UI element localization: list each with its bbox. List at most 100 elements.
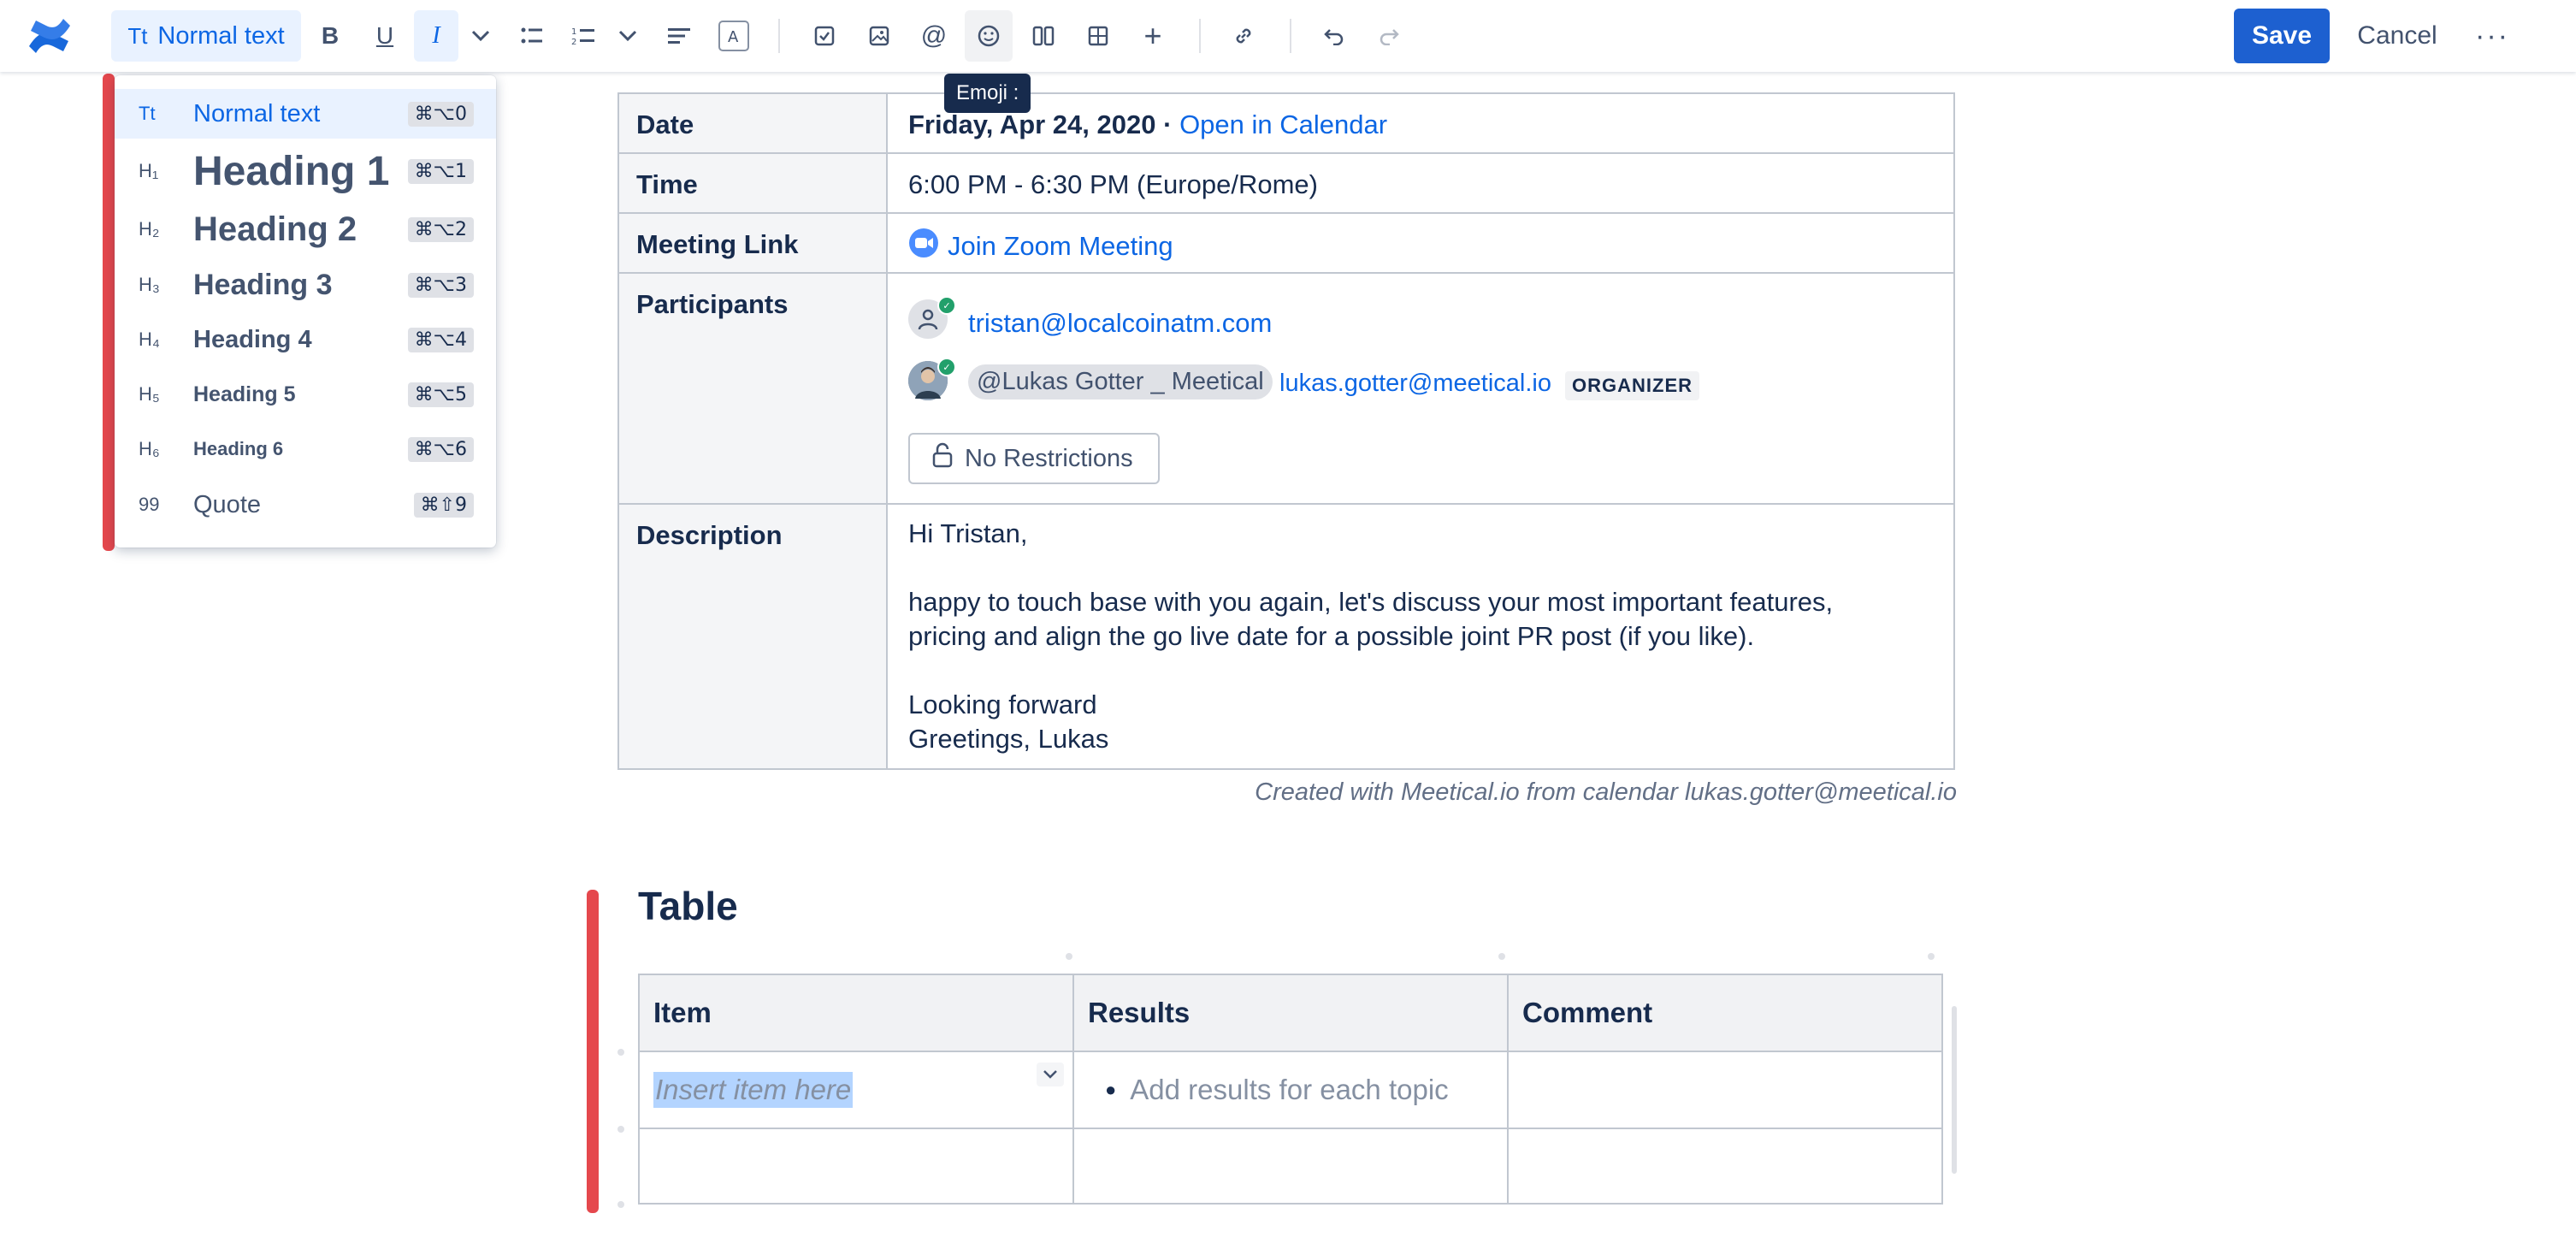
time-value-cell[interactable]: 6:00 PM - 6:30 PM (Europe/Rome) — [886, 152, 1955, 214]
results-placeholder[interactable]: Add results for each topic — [1130, 1074, 1448, 1106]
numbered-list-icon[interactable]: 12 — [559, 10, 607, 62]
align-icon[interactable] — [655, 10, 703, 62]
zoom-icon — [908, 228, 939, 265]
toolbar-divider — [1199, 19, 1201, 53]
row-insert-dot[interactable] — [617, 1049, 624, 1056]
bullet-list-icon[interactable] — [508, 10, 556, 62]
menu-item-label: Heading 6 — [193, 438, 284, 459]
text-style-dropdown[interactable]: Tt Normal text — [111, 10, 301, 62]
unlock-icon — [932, 442, 953, 475]
time-value: 6:00 PM - 6:30 PM (Europe/Rome) — [908, 169, 1318, 199]
table-cell[interactable] — [1507, 1128, 1943, 1205]
heading-5-icon: H₅ — [139, 383, 160, 405]
date-header-cell: Date — [617, 92, 888, 154]
insert-icon[interactable]: + — [1129, 10, 1177, 62]
date-value-cell[interactable]: Friday, Apr 24, 2020 · Open in Calendar — [886, 92, 1955, 154]
svg-text:2: 2 — [571, 38, 576, 46]
text-style-icon: Tt — [127, 22, 148, 49]
confluence-logo-icon[interactable] — [26, 14, 74, 58]
menu-item-heading-2[interactable]: H₂ Heading 2 ⌘⌥2 — [115, 204, 496, 255]
heading-1-icon: H₁ — [139, 160, 159, 181]
cell-options-chevron-icon[interactable] — [1037, 1063, 1064, 1086]
row-insert-dot[interactable] — [617, 1201, 624, 1208]
description-cell[interactable]: Hi Tristan, happy to touch base with you… — [886, 503, 1955, 770]
svg-text:1: 1 — [571, 27, 576, 37]
table-cell[interactable]: ● Add results for each topic — [1072, 1051, 1509, 1129]
column-insert-dot[interactable] — [1928, 953, 1935, 960]
description-line: happy to touch base with you again, let'… — [908, 587, 1834, 617]
description-line: Hi Tristan, — [908, 518, 1028, 548]
menu-item-label: Heading 2 — [193, 210, 357, 248]
open-calendar-link[interactable]: Open in Calendar — [1179, 110, 1387, 139]
table-scrollbar[interactable] — [1952, 1006, 1957, 1174]
participant-email[interactable]: lukas.gotter@meetical.io — [1279, 370, 1551, 398]
link-icon[interactable] — [1220, 10, 1267, 62]
underline-icon[interactable]: U — [361, 10, 409, 62]
column-insert-dot[interactable] — [1498, 953, 1505, 960]
description-line: Looking forward — [908, 690, 1097, 719]
meeting-link-header-cell: Meeting Link — [617, 212, 888, 274]
table-cell[interactable] — [1507, 1051, 1943, 1129]
mention-icon[interactable]: @ — [910, 10, 958, 62]
column-insert-dot[interactable] — [1066, 953, 1072, 960]
list-dropdown-icon[interactable] — [604, 10, 652, 62]
table-cell[interactable] — [638, 1128, 1074, 1205]
row-insert-dot[interactable] — [617, 1126, 624, 1133]
column-header-comment[interactable]: Comment — [1507, 974, 1943, 1052]
text-color-icon[interactable]: A — [710, 10, 758, 62]
menu-item-heading-6[interactable]: H₆ Heading 6 ⌘⌥6 — [115, 423, 496, 476]
menu-item-label: Heading 4 — [193, 325, 312, 353]
join-zoom-link[interactable]: Join Zoom Meeting — [948, 231, 1173, 262]
participants-label: Participants — [636, 289, 789, 319]
column-header-results[interactable]: Results — [1072, 974, 1509, 1052]
shortcut-badge: ⌘⌥2 — [407, 216, 474, 242]
menu-item-quote[interactable]: 99 Quote ⌘⇧9 — [115, 477, 496, 532]
menu-item-heading-1[interactable]: H₁ Heading 1 ⌘⌥1 — [115, 142, 496, 200]
emoji-icon[interactable] — [965, 10, 1013, 62]
restrictions-button[interactable]: No Restrictions — [908, 433, 1160, 484]
action-item-icon[interactable] — [801, 10, 848, 62]
more-options-button[interactable]: ··· — [2468, 9, 2516, 63]
cancel-button[interactable]: Cancel — [2350, 9, 2444, 63]
time-label: Time — [636, 169, 698, 199]
redo-icon[interactable] — [1365, 10, 1413, 62]
undo-icon[interactable] — [1310, 10, 1358, 62]
normal-text-icon: Tt — [139, 103, 156, 124]
user-mention[interactable]: @Lukas Gotter _ Meetical — [968, 364, 1273, 400]
table-cell[interactable]: Insert item here — [638, 1051, 1074, 1129]
shortcut-badge: ⌘⌥0 — [407, 101, 474, 127]
description-line — [908, 551, 1933, 585]
section-heading[interactable]: Table — [638, 883, 738, 929]
description-line: Greetings, Lukas — [908, 724, 1109, 754]
menu-item-heading-5[interactable]: H₅ Heading 5 ⌘⌥5 — [115, 368, 496, 421]
layouts-icon[interactable] — [1019, 10, 1067, 62]
selection-marker — [103, 74, 115, 551]
accepted-check-icon: ✓ — [937, 358, 956, 376]
more-formatting-icon[interactable] — [457, 10, 505, 62]
menu-item-heading-3[interactable]: H₃ Heading 3 ⌘⌥3 — [115, 258, 496, 311]
menu-item-heading-4[interactable]: H₄ Heading 4 ⌘⌥4 — [115, 313, 496, 366]
menu-item-label: Heading 3 — [193, 268, 333, 301]
selection-marker — [587, 890, 599, 1213]
emoji-tooltip: Emoji : — [944, 74, 1031, 113]
image-icon[interactable] — [855, 10, 903, 62]
participants-cell: ✓ tristan@localcoinatm.com ✓ @Lukas Gott… — [886, 272, 1955, 505]
column-header-item[interactable]: Item — [638, 974, 1074, 1052]
quote-icon: 99 — [139, 494, 160, 515]
item-placeholder[interactable]: Insert item here — [653, 1072, 854, 1108]
menu-item-label: Quote — [193, 490, 261, 518]
bold-icon[interactable]: B — [306, 10, 354, 62]
table-cell[interactable] — [1072, 1128, 1509, 1205]
menu-item-label: Normal text — [193, 99, 321, 127]
participant-email[interactable]: tristan@localcoinatm.com — [968, 308, 1272, 339]
menu-item-normal-text[interactable]: Tt Normal text ⌘⌥0 — [115, 89, 496, 139]
accepted-check-icon: ✓ — [937, 296, 956, 315]
participants-header-cell: Participants — [617, 272, 888, 505]
meeting-link-cell[interactable]: Join Zoom Meeting — [886, 212, 1955, 274]
save-button[interactable]: Save — [2234, 9, 2330, 63]
italic-icon[interactable]: I — [414, 10, 458, 62]
meeting-details-table: Date Friday, Apr 24, 2020 · Open in Cale… — [617, 92, 1955, 770]
description-line: pricing and align the go live date for a… — [908, 621, 1755, 651]
table-icon[interactable] — [1074, 10, 1122, 62]
shortcut-badge: ⌘⇧9 — [413, 492, 474, 518]
